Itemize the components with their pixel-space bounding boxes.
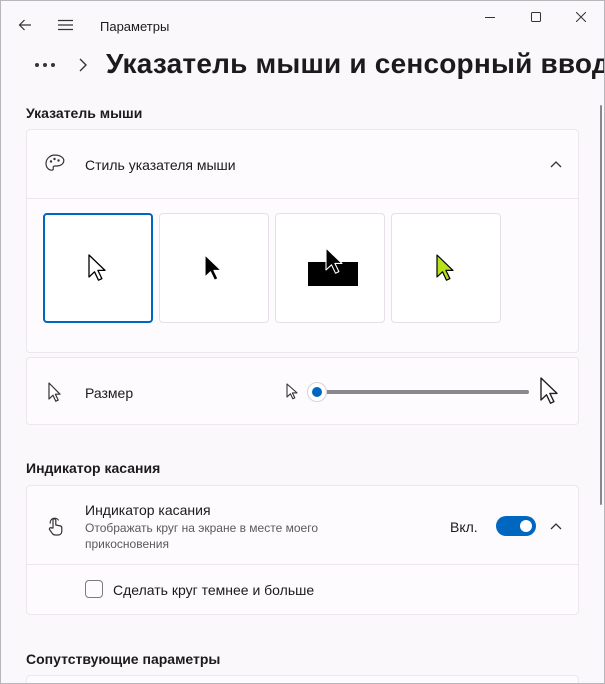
- scrollbar[interactable]: [600, 105, 602, 505]
- app-title: Параметры: [100, 19, 170, 34]
- more-dots-icon: [35, 63, 55, 67]
- close-icon: [576, 12, 586, 22]
- pointer-style-label: Стиль указателя мыши: [85, 157, 236, 173]
- pointer-style-header[interactable]: Стиль указателя мыши: [27, 130, 578, 198]
- toggle-state-label: Вкл.: [450, 519, 478, 535]
- darker-larger-circle-checkbox[interactable]: [85, 580, 103, 598]
- custom-color-cursor-icon: [436, 254, 454, 281]
- divider: [27, 564, 578, 565]
- breadcrumb: Указатель мыши и сенсорный ввод: [25, 47, 604, 87]
- pointer-style-inverted-option[interactable]: [275, 213, 385, 323]
- section-title-related-settings: Сопутствующие параметры: [26, 651, 221, 667]
- breadcrumb-separator: [75, 57, 91, 73]
- title-bar: Параметры: [1, 1, 604, 49]
- toggle-knob: [520, 520, 532, 532]
- small-cursor-icon: [285, 383, 299, 406]
- chevron-up-icon[interactable]: [548, 156, 564, 172]
- pointer-style-custom-option[interactable]: [391, 213, 501, 323]
- back-arrow-icon: [18, 19, 31, 31]
- pointer-size-card: Размер: [26, 357, 579, 425]
- chevron-up-icon[interactable]: [548, 518, 564, 534]
- page-title: Указатель мыши и сенсорный ввод: [106, 48, 605, 79]
- related-settings-card: [26, 675, 579, 683]
- close-button[interactable]: [558, 1, 604, 33]
- pointer-style-black-option[interactable]: [159, 213, 269, 323]
- navigation-menu-button[interactable]: [53, 13, 77, 37]
- cursor-icon: [43, 380, 67, 404]
- breadcrumb-more-button[interactable]: [33, 55, 57, 75]
- touch-indicator-card: Индикатор касания Отображать круг на экр…: [26, 485, 579, 615]
- touch-indicator-description-line2: прикосновения: [85, 537, 169, 551]
- section-title-touch-indicator: Индикатор касания: [26, 460, 161, 476]
- pointer-size-slider-thumb[interactable]: [307, 382, 327, 402]
- back-button[interactable]: [13, 13, 37, 37]
- maximize-button[interactable]: [513, 1, 559, 33]
- darker-larger-circle-label[interactable]: Сделать круг темнее и больше: [113, 582, 314, 598]
- settings-window: Параметры Указатель мыши и сенсорный вво…: [0, 0, 605, 684]
- pointer-style-white-option[interactable]: [43, 213, 153, 323]
- touch-hand-icon: [43, 514, 67, 538]
- chevron-right-icon: [79, 58, 87, 72]
- pointer-style-options: [27, 199, 578, 353]
- white-cursor-icon: [88, 254, 106, 281]
- touch-indicator-label: Индикатор касания: [85, 502, 211, 518]
- palette-icon: [43, 152, 67, 176]
- pointer-size-slider-track[interactable]: [317, 390, 529, 394]
- minimize-button[interactable]: [467, 1, 513, 33]
- touch-indicator-toggle[interactable]: [496, 516, 536, 536]
- pointer-style-card: Стиль указателя мыши: [26, 129, 579, 353]
- black-cursor-icon: [204, 254, 222, 281]
- touch-indicator-description-line1: Отображать круг на экране в месте моего: [85, 521, 318, 535]
- minimize-icon: [485, 17, 495, 18]
- section-title-mouse-pointer: Указатель мыши: [26, 105, 143, 121]
- pointer-size-label: Размер: [85, 385, 134, 401]
- large-cursor-icon: [539, 376, 561, 411]
- inverted-cursor-icon: [308, 247, 358, 286]
- maximize-icon: [531, 12, 541, 22]
- hamburger-icon: [57, 19, 73, 31]
